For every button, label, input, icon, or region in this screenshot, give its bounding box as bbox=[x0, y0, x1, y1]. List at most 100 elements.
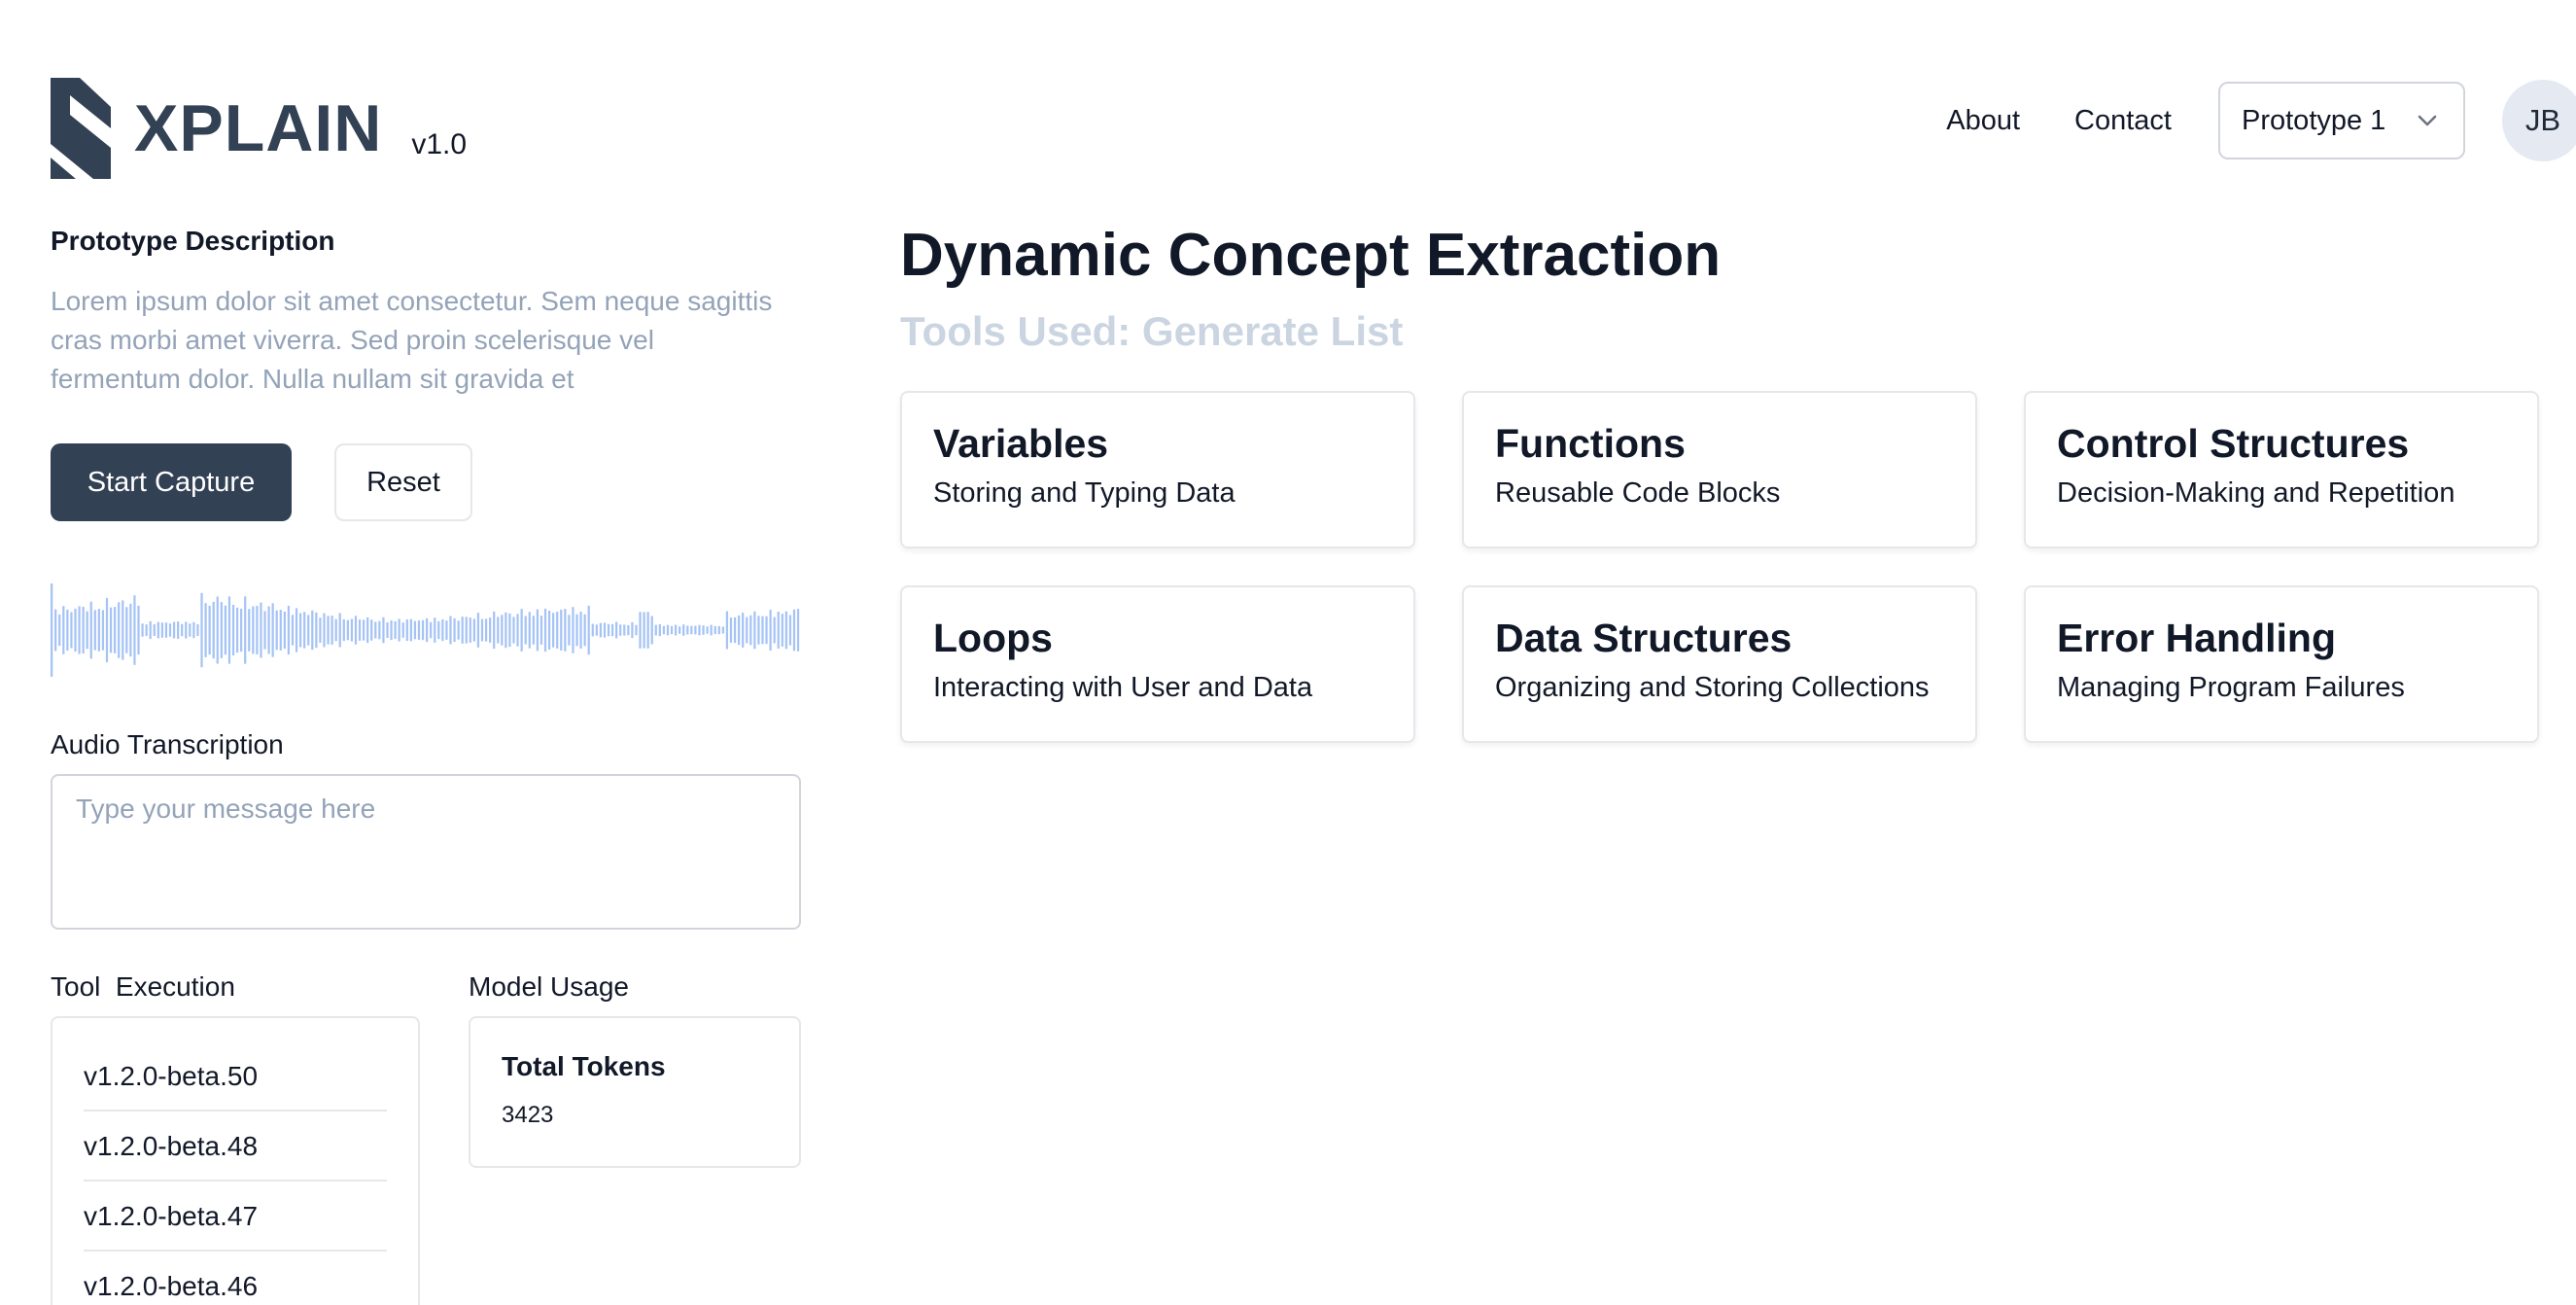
model-usage-label: Model Usage bbox=[469, 971, 629, 1002]
waveform-bar bbox=[749, 615, 752, 646]
concept-card-title: Functions bbox=[1495, 421, 1686, 466]
waveform-bar bbox=[86, 611, 88, 650]
waveform-bar bbox=[164, 622, 168, 638]
waveform-bar bbox=[560, 610, 563, 651]
waveform-bar bbox=[315, 612, 318, 649]
waveform-bar bbox=[216, 596, 219, 664]
waveform-bar bbox=[725, 611, 729, 650]
page-title: Dynamic Concept Extraction bbox=[900, 222, 1722, 289]
waveform-bar bbox=[796, 609, 800, 652]
waveform-bar bbox=[627, 624, 630, 636]
waveform-bar bbox=[702, 625, 705, 635]
waveform-bar bbox=[74, 608, 77, 652]
waveform-bar bbox=[212, 601, 215, 659]
waveform-bar bbox=[334, 618, 337, 642]
waveform-bar bbox=[607, 623, 610, 637]
concept-card-variables[interactable]: Variables Storing and Typing Data bbox=[900, 391, 1415, 548]
waveform-bar bbox=[386, 622, 389, 638]
waveform-bar bbox=[721, 626, 724, 634]
waveform-bar bbox=[674, 624, 678, 636]
waveform-bar bbox=[311, 610, 314, 651]
waveform-bar bbox=[610, 623, 614, 637]
waveform-bar bbox=[390, 619, 393, 641]
waveform-bar bbox=[543, 608, 547, 652]
concept-card-control-structures[interactable]: Control Structures Decision-Making and R… bbox=[2024, 391, 2539, 548]
waveform-bar bbox=[426, 617, 429, 643]
waveform-bar bbox=[769, 610, 772, 651]
waveform-bar bbox=[157, 621, 159, 639]
waveform-bar bbox=[358, 619, 362, 641]
waveform-bar bbox=[784, 611, 787, 650]
waveform-bar bbox=[189, 623, 191, 637]
waveform-bar bbox=[382, 617, 385, 644]
waveform-bar bbox=[650, 616, 653, 645]
waveform-bar bbox=[706, 626, 709, 634]
top-nav: About Contact Prototype 1 JB bbox=[1946, 80, 2576, 161]
audio-transcription-input[interactable] bbox=[51, 774, 801, 930]
waveform-bar bbox=[244, 596, 247, 664]
waveform-bar bbox=[742, 613, 745, 648]
waveform-bar bbox=[97, 609, 100, 652]
waveform-bar bbox=[623, 624, 626, 636]
waveform-bar bbox=[449, 616, 452, 645]
waveform-bar bbox=[78, 606, 81, 654]
waveform-bar bbox=[619, 624, 622, 636]
waveform-bar bbox=[82, 607, 85, 654]
reset-button[interactable]: Reset bbox=[334, 443, 472, 521]
waveform-bar bbox=[646, 612, 649, 649]
waveform-bar bbox=[109, 607, 113, 653]
prototype-select[interactable]: Prototype 1 bbox=[2218, 82, 2465, 159]
waveform-bar bbox=[737, 615, 741, 646]
list-item[interactable]: v1.2.0-beta.47 bbox=[84, 1182, 387, 1252]
waveform-bar bbox=[220, 602, 223, 658]
waveform-bar bbox=[572, 607, 574, 653]
waveform-bar bbox=[263, 611, 266, 650]
waveform-bar bbox=[66, 609, 69, 652]
waveform-bar bbox=[690, 625, 693, 635]
concept-card-functions[interactable]: Functions Reusable Code Blocks bbox=[1462, 391, 1977, 548]
waveform-bar bbox=[777, 611, 780, 650]
waveform-bar bbox=[354, 616, 358, 645]
concept-card-loops[interactable]: Loops Interacting with User and Data bbox=[900, 585, 1415, 743]
waveform-bar bbox=[528, 612, 531, 649]
waveform-bar bbox=[172, 621, 176, 639]
nav-link-about[interactable]: About bbox=[1946, 105, 2020, 137]
list-item[interactable]: v1.2.0-beta.50 bbox=[84, 1041, 387, 1111]
waveform-bar bbox=[512, 617, 515, 644]
waveform-bar bbox=[378, 620, 381, 640]
waveform-bar bbox=[260, 602, 262, 658]
waveform-bar bbox=[575, 614, 578, 647]
waveform-bar bbox=[792, 609, 796, 652]
user-avatar[interactable]: JB bbox=[2502, 80, 2576, 161]
waveform-bar bbox=[248, 609, 251, 652]
waveform-bar bbox=[204, 603, 207, 657]
waveform-bar bbox=[346, 619, 349, 641]
concept-card-error-handling[interactable]: Error Handling Managing Program Failures bbox=[2024, 585, 2539, 743]
waveform-bar bbox=[698, 624, 701, 636]
waveform-bar bbox=[686, 625, 689, 635]
waveform-bar bbox=[591, 623, 594, 637]
waveform-bar bbox=[283, 611, 286, 650]
list-item[interactable]: v1.2.0-beta.48 bbox=[84, 1111, 387, 1182]
waveform-bar bbox=[350, 618, 354, 642]
waveform-bar bbox=[291, 615, 295, 646]
logo[interactable]: XPLAIN v1.0 bbox=[51, 78, 467, 179]
waveform-bar bbox=[323, 613, 326, 648]
model-usage-card: Total Tokens 3423 bbox=[469, 1016, 801, 1168]
waveform-bar bbox=[181, 623, 184, 637]
concept-card-data-structures[interactable]: Data Structures Organizing and Storing C… bbox=[1462, 585, 1977, 743]
start-capture-button[interactable]: Start Capture bbox=[51, 443, 292, 521]
waveform-bar bbox=[227, 596, 231, 664]
waveform-bar bbox=[307, 615, 310, 646]
concept-cards: Variables Storing and Typing Data Functi… bbox=[900, 391, 2543, 743]
tools-used-subtitle: Tools Used: Generate List bbox=[900, 308, 1404, 354]
waveform-bar bbox=[658, 623, 661, 637]
tool-execution-list[interactable]: v1.2.0-beta.50 v1.2.0-beta.48 v1.2.0-bet… bbox=[51, 1016, 420, 1305]
waveform-bar bbox=[177, 621, 180, 639]
waveform-bar bbox=[149, 620, 152, 640]
waveform-bar bbox=[129, 603, 132, 657]
list-item[interactable]: v1.2.0-beta.46 bbox=[84, 1252, 387, 1305]
waveform-bar bbox=[476, 613, 480, 648]
waveform-bar bbox=[145, 624, 148, 636]
nav-link-contact[interactable]: Contact bbox=[2074, 105, 2172, 137]
